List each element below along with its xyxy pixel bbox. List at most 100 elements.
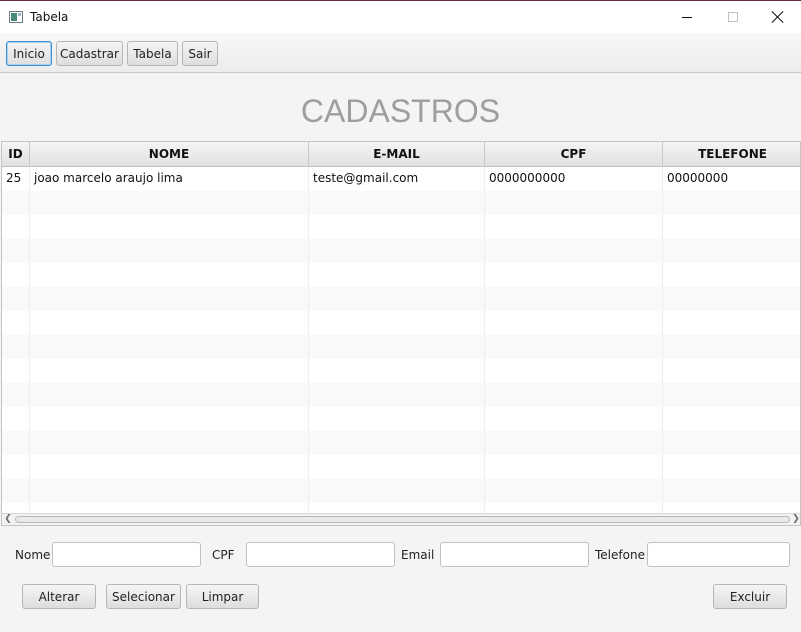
selecionar-button[interactable]: Selecionar [106, 584, 181, 609]
column-header-email[interactable]: E-MAIL [309, 142, 485, 167]
inicio-button[interactable]: Inicio [6, 41, 52, 66]
empty-cell[interactable] [309, 479, 485, 503]
empty-cell[interactable] [2, 215, 30, 239]
empty-table-row[interactable] [2, 407, 800, 431]
empty-cell[interactable] [663, 383, 800, 407]
empty-cell[interactable] [485, 191, 663, 215]
sair-button[interactable]: Sair [182, 41, 218, 66]
empty-table-row[interactable] [2, 191, 800, 215]
empty-cell[interactable] [485, 407, 663, 431]
empty-table-row[interactable] [2, 335, 800, 359]
empty-cell[interactable] [663, 263, 800, 287]
telefone-field[interactable] [647, 542, 790, 567]
empty-cell[interactable] [309, 407, 485, 431]
empty-cell[interactable] [2, 287, 30, 311]
empty-cell[interactable] [309, 263, 485, 287]
empty-cell[interactable] [30, 407, 309, 431]
empty-cell[interactable] [485, 479, 663, 503]
empty-table-row[interactable] [2, 479, 800, 503]
cadastrar-button[interactable]: Cadastrar [56, 41, 123, 66]
title-bar[interactable]: Tabela [0, 1, 801, 33]
empty-cell[interactable] [663, 455, 800, 479]
cpf-field[interactable] [246, 542, 395, 567]
empty-cell[interactable] [2, 263, 30, 287]
empty-cell[interactable] [485, 335, 663, 359]
excluir-button[interactable]: Excluir [713, 584, 787, 609]
cell-telefone[interactable]: 00000000 [663, 167, 800, 191]
empty-cell[interactable] [485, 359, 663, 383]
empty-cell[interactable] [30, 239, 309, 263]
empty-cell[interactable] [663, 479, 800, 503]
empty-cell[interactable] [663, 287, 800, 311]
empty-cell[interactable] [2, 191, 30, 215]
empty-table-row[interactable] [2, 263, 800, 287]
empty-table-row[interactable] [2, 503, 800, 513]
empty-cell[interactable] [663, 359, 800, 383]
empty-cell[interactable] [663, 407, 800, 431]
cadastros-table[interactable]: ID NOME E-MAIL CPF TELEFONE 25 joao marc… [1, 141, 801, 526]
column-header-telefone[interactable]: TELEFONE [663, 142, 800, 167]
empty-cell[interactable] [663, 431, 800, 455]
empty-cell[interactable] [2, 239, 30, 263]
empty-cell[interactable] [30, 311, 309, 335]
empty-cell[interactable] [485, 239, 663, 263]
column-header-cpf[interactable]: CPF [485, 142, 663, 167]
column-header-id[interactable]: ID [2, 142, 30, 167]
empty-cell[interactable] [30, 263, 309, 287]
empty-cell[interactable] [663, 215, 800, 239]
empty-cell[interactable] [2, 431, 30, 455]
scroll-right-icon[interactable]: ❯ [790, 514, 800, 525]
empty-cell[interactable] [30, 479, 309, 503]
table-row[interactable]: 25 joao marcelo araujo lima teste@gmail.… [2, 167, 800, 191]
empty-cell[interactable] [485, 455, 663, 479]
empty-cell[interactable] [485, 263, 663, 287]
empty-cell[interactable] [309, 191, 485, 215]
empty-cell[interactable] [485, 503, 663, 513]
empty-table-row[interactable] [2, 455, 800, 479]
empty-cell[interactable] [485, 215, 663, 239]
column-header-nome[interactable]: NOME [30, 142, 309, 167]
empty-cell[interactable] [2, 311, 30, 335]
empty-cell[interactable] [309, 431, 485, 455]
empty-cell[interactable] [30, 191, 309, 215]
empty-cell[interactable] [663, 335, 800, 359]
scrollbar-thumb[interactable] [15, 516, 790, 523]
empty-cell[interactable] [30, 455, 309, 479]
empty-cell[interactable] [2, 455, 30, 479]
empty-cell[interactable] [485, 431, 663, 455]
tabela-button[interactable]: Tabela [127, 41, 178, 66]
scroll-left-icon[interactable]: ❮ [2, 514, 14, 525]
empty-table-row[interactable] [2, 431, 800, 455]
empty-cell[interactable] [309, 383, 485, 407]
cell-cpf[interactable]: 0000000000 [485, 167, 663, 191]
empty-table-row[interactable] [2, 359, 800, 383]
empty-table-row[interactable] [2, 287, 800, 311]
empty-cell[interactable] [663, 239, 800, 263]
empty-cell[interactable] [309, 287, 485, 311]
empty-cell[interactable] [309, 359, 485, 383]
empty-cell[interactable] [30, 431, 309, 455]
maximize-button[interactable] [710, 1, 756, 33]
empty-cell[interactable] [2, 335, 30, 359]
empty-cell[interactable] [663, 503, 800, 513]
empty-cell[interactable] [485, 287, 663, 311]
cell-nome[interactable]: joao marcelo araujo lima [30, 167, 309, 191]
empty-cell[interactable] [663, 311, 800, 335]
nome-field[interactable] [52, 542, 201, 567]
empty-cell[interactable] [485, 311, 663, 335]
empty-cell[interactable] [309, 311, 485, 335]
empty-cell[interactable] [2, 383, 30, 407]
limpar-button[interactable]: Limpar [186, 584, 259, 609]
empty-cell[interactable] [2, 359, 30, 383]
empty-cell[interactable] [309, 335, 485, 359]
close-button[interactable] [755, 1, 801, 33]
alterar-button[interactable]: Alterar [22, 584, 96, 609]
empty-cell[interactable] [2, 407, 30, 431]
empty-cell[interactable] [309, 503, 485, 513]
empty-cell[interactable] [2, 503, 30, 513]
empty-cell[interactable] [309, 215, 485, 239]
empty-table-row[interactable] [2, 311, 800, 335]
empty-table-row[interactable] [2, 239, 800, 263]
empty-cell[interactable] [663, 191, 800, 215]
empty-cell[interactable] [30, 383, 309, 407]
